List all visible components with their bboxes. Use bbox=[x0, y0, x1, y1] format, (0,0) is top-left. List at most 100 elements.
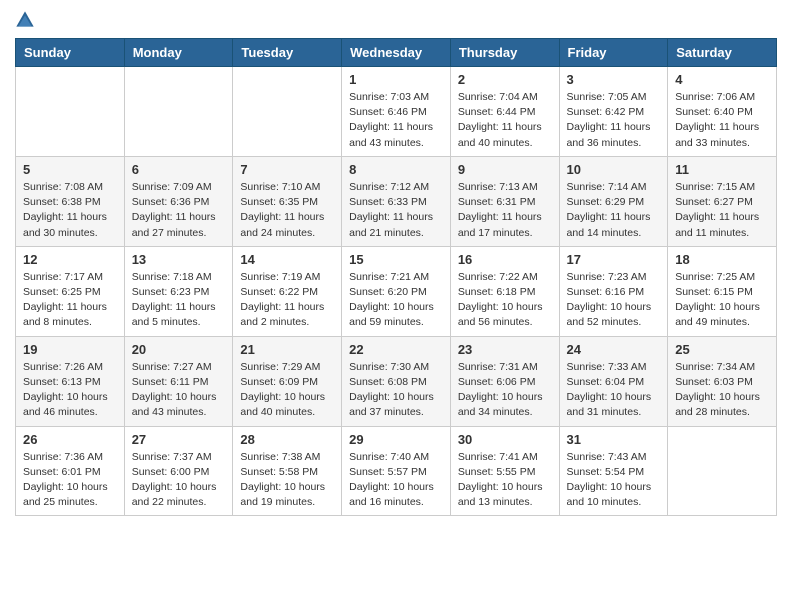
day-info: Sunrise: 7:26 AM Sunset: 6:13 PM Dayligh… bbox=[23, 360, 117, 421]
day-number: 31 bbox=[567, 432, 661, 447]
calendar-week-row: 19Sunrise: 7:26 AM Sunset: 6:13 PM Dayli… bbox=[16, 336, 777, 426]
day-number: 2 bbox=[458, 72, 552, 87]
weekday-header: Thursday bbox=[450, 39, 559, 67]
day-info: Sunrise: 7:29 AM Sunset: 6:09 PM Dayligh… bbox=[240, 360, 334, 421]
day-number: 13 bbox=[132, 252, 226, 267]
day-number: 25 bbox=[675, 342, 769, 357]
day-info: Sunrise: 7:40 AM Sunset: 5:57 PM Dayligh… bbox=[349, 450, 443, 511]
weekday-header: Friday bbox=[559, 39, 668, 67]
day-number: 3 bbox=[567, 72, 661, 87]
day-number: 17 bbox=[567, 252, 661, 267]
calendar-cell: 23Sunrise: 7:31 AM Sunset: 6:06 PM Dayli… bbox=[450, 336, 559, 426]
day-info: Sunrise: 7:10 AM Sunset: 6:35 PM Dayligh… bbox=[240, 180, 334, 241]
day-number: 4 bbox=[675, 72, 769, 87]
day-info: Sunrise: 7:23 AM Sunset: 6:16 PM Dayligh… bbox=[567, 270, 661, 331]
day-info: Sunrise: 7:25 AM Sunset: 6:15 PM Dayligh… bbox=[675, 270, 769, 331]
calendar-cell: 29 Sunrise: 7:40 AM Sunset: 5:57 PM Dayli… bbox=[342, 426, 451, 516]
day-info: Sunrise: 7:21 AM Sunset: 6:20 PM Dayligh… bbox=[349, 270, 443, 331]
calendar-week-row: 12 Sunrise: 7:17 AM Sunset: 6:25 PM Dayli… bbox=[16, 246, 777, 336]
day-info: Sunrise: 7:03 AM Sunset: 6:46 PM Dayligh… bbox=[349, 90, 443, 151]
day-info: Sunrise: 7:14 AM Sunset: 6:29 PM Dayligh… bbox=[567, 180, 661, 241]
weekday-header: Monday bbox=[124, 39, 233, 67]
day-info: Sunrise: 7:31 AM Sunset: 6:06 PM Dayligh… bbox=[458, 360, 552, 421]
day-info: Sunrise: 7:12 AM Sunset: 6:33 PM Dayligh… bbox=[349, 180, 443, 241]
calendar-cell: 7 Sunrise: 7:10 AM Sunset: 6:35 PM Daylig… bbox=[233, 156, 342, 246]
day-number: 1 bbox=[349, 72, 443, 87]
calendar-cell: 20 Sunrise: 7:27 AM Sunset: 6:11 PM Dayli… bbox=[124, 336, 233, 426]
day-info: Sunrise: 7:22 AM Sunset: 6:18 PM Dayligh… bbox=[458, 270, 552, 331]
day-info: Sunrise: 7:37 AM Sunset: 6:00 PM Dayligh… bbox=[132, 450, 226, 511]
day-number: 16 bbox=[458, 252, 552, 267]
calendar-cell: 19Sunrise: 7:26 AM Sunset: 6:13 PM Dayli… bbox=[16, 336, 125, 426]
day-info: Sunrise: 7:04 AM Sunset: 6:44 PM Dayligh… bbox=[458, 90, 552, 151]
day-info: Sunrise: 7:09 AM Sunset: 6:36 PM Dayligh… bbox=[132, 180, 226, 241]
calendar-cell bbox=[668, 426, 777, 516]
day-info: Sunrise: 7:33 AM Sunset: 6:04 PM Dayligh… bbox=[567, 360, 661, 421]
day-number: 9 bbox=[458, 162, 552, 177]
calendar-cell bbox=[16, 67, 125, 157]
day-number: 10 bbox=[567, 162, 661, 177]
day-info: Sunrise: 7:41 AM Sunset: 5:55 PM Dayligh… bbox=[458, 450, 552, 511]
day-info: Sunrise: 7:18 AM Sunset: 6:23 PM Dayligh… bbox=[132, 270, 226, 331]
calendar-cell: 26Sunrise: 7:36 AM Sunset: 6:01 PM Dayli… bbox=[16, 426, 125, 516]
day-number: 21 bbox=[240, 342, 334, 357]
calendar-cell: 4 Sunrise: 7:06 AM Sunset: 6:40 PM Daylig… bbox=[668, 67, 777, 157]
day-number: 6 bbox=[132, 162, 226, 177]
logo bbox=[15, 10, 39, 30]
day-info: Sunrise: 7:34 AM Sunset: 6:03 PM Dayligh… bbox=[675, 360, 769, 421]
weekday-header: Tuesday bbox=[233, 39, 342, 67]
calendar-cell: 10 Sunrise: 7:14 AM Sunset: 6:29 PM Dayli… bbox=[559, 156, 668, 246]
calendar-cell: 31 Sunrise: 7:43 AM Sunset: 5:54 PM Dayli… bbox=[559, 426, 668, 516]
calendar-week-row: 26Sunrise: 7:36 AM Sunset: 6:01 PM Dayli… bbox=[16, 426, 777, 516]
day-number: 30 bbox=[458, 432, 552, 447]
calendar-cell: 13 Sunrise: 7:18 AM Sunset: 6:23 PM Dayli… bbox=[124, 246, 233, 336]
day-number: 14 bbox=[240, 252, 334, 267]
calendar-cell: 25 Sunrise: 7:34 AM Sunset: 6:03 PM Dayli… bbox=[668, 336, 777, 426]
calendar-cell: 2 Sunrise: 7:04 AM Sunset: 6:44 PM Daylig… bbox=[450, 67, 559, 157]
weekday-header: Saturday bbox=[668, 39, 777, 67]
day-number: 20 bbox=[132, 342, 226, 357]
day-info: Sunrise: 7:13 AM Sunset: 6:31 PM Dayligh… bbox=[458, 180, 552, 241]
calendar-cell: 5Sunrise: 7:08 AM Sunset: 6:38 PM Daylig… bbox=[16, 156, 125, 246]
day-number: 11 bbox=[675, 162, 769, 177]
calendar-cell: 11 Sunrise: 7:15 AM Sunset: 6:27 PM Dayli… bbox=[668, 156, 777, 246]
calendar-week-row: 5Sunrise: 7:08 AM Sunset: 6:38 PM Daylig… bbox=[16, 156, 777, 246]
day-info: Sunrise: 7:19 AM Sunset: 6:22 PM Dayligh… bbox=[240, 270, 334, 331]
day-number: 12 bbox=[23, 252, 117, 267]
calendar-cell: 6 Sunrise: 7:09 AM Sunset: 6:36 PM Daylig… bbox=[124, 156, 233, 246]
calendar-cell: 3Sunrise: 7:05 AM Sunset: 6:42 PM Daylig… bbox=[559, 67, 668, 157]
calendar-week-row: 1 Sunrise: 7:03 AM Sunset: 6:46 PM Daylig… bbox=[16, 67, 777, 157]
calendar-cell: 8 Sunrise: 7:12 AM Sunset: 6:33 PM Daylig… bbox=[342, 156, 451, 246]
day-info: Sunrise: 7:43 AM Sunset: 5:54 PM Dayligh… bbox=[567, 450, 661, 511]
calendar-cell: 16 Sunrise: 7:22 AM Sunset: 6:18 PM Dayli… bbox=[450, 246, 559, 336]
day-number: 22 bbox=[349, 342, 443, 357]
calendar-cell bbox=[124, 67, 233, 157]
calendar-cell: 17 Sunrise: 7:23 AM Sunset: 6:16 PM Dayli… bbox=[559, 246, 668, 336]
day-info: Sunrise: 7:27 AM Sunset: 6:11 PM Dayligh… bbox=[132, 360, 226, 421]
day-number: 18 bbox=[675, 252, 769, 267]
calendar-table: SundayMondayTuesdayWednesdayThursdayFrid… bbox=[15, 38, 777, 516]
day-number: 5 bbox=[23, 162, 117, 177]
calendar-cell: 30 Sunrise: 7:41 AM Sunset: 5:55 PM Dayli… bbox=[450, 426, 559, 516]
calendar-cell: 14 Sunrise: 7:19 AM Sunset: 6:22 PM Dayli… bbox=[233, 246, 342, 336]
calendar-cell: 1 Sunrise: 7:03 AM Sunset: 6:46 PM Daylig… bbox=[342, 67, 451, 157]
calendar-cell bbox=[233, 67, 342, 157]
logo-icon bbox=[15, 10, 35, 30]
calendar-cell: 27Sunrise: 7:37 AM Sunset: 6:00 PM Dayli… bbox=[124, 426, 233, 516]
calendar-cell: 15Sunrise: 7:21 AM Sunset: 6:20 PM Dayli… bbox=[342, 246, 451, 336]
day-number: 7 bbox=[240, 162, 334, 177]
day-number: 26 bbox=[23, 432, 117, 447]
calendar-cell: 21 Sunrise: 7:29 AM Sunset: 6:09 PM Dayli… bbox=[233, 336, 342, 426]
calendar-cell: 22Sunrise: 7:30 AM Sunset: 6:08 PM Dayli… bbox=[342, 336, 451, 426]
calendar-cell: 12 Sunrise: 7:17 AM Sunset: 6:25 PM Dayli… bbox=[16, 246, 125, 336]
day-number: 29 bbox=[349, 432, 443, 447]
day-info: Sunrise: 7:15 AM Sunset: 6:27 PM Dayligh… bbox=[675, 180, 769, 241]
day-number: 8 bbox=[349, 162, 443, 177]
weekday-header: Sunday bbox=[16, 39, 125, 67]
day-info: Sunrise: 7:06 AM Sunset: 6:40 PM Dayligh… bbox=[675, 90, 769, 151]
day-info: Sunrise: 7:17 AM Sunset: 6:25 PM Dayligh… bbox=[23, 270, 117, 331]
page-header bbox=[15, 10, 777, 30]
calendar-cell: 18 Sunrise: 7:25 AM Sunset: 6:15 PM Dayli… bbox=[668, 246, 777, 336]
day-number: 24 bbox=[567, 342, 661, 357]
calendar-cell: 28Sunrise: 7:38 AM Sunset: 5:58 PM Dayli… bbox=[233, 426, 342, 516]
